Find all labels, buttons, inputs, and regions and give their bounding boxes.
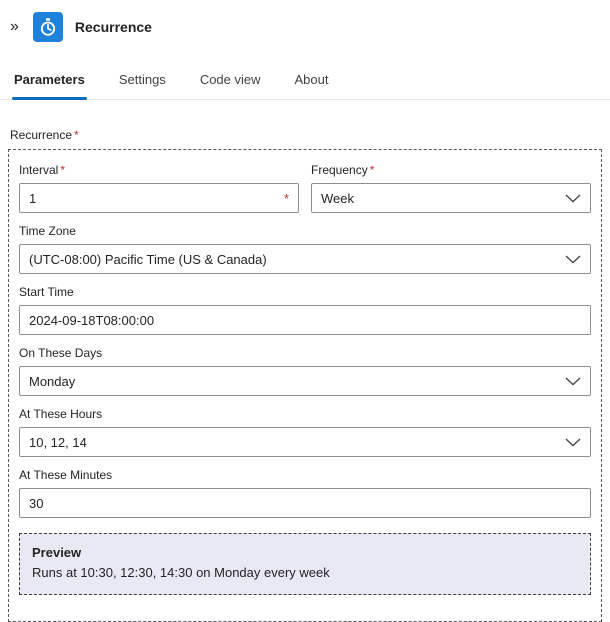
start-time-input[interactable]	[29, 312, 581, 328]
frequency-value: Week	[321, 190, 354, 206]
field-timezone: Time Zone (UTC-08:00) Pacific Time (US &…	[19, 224, 591, 274]
start-time-label: Start Time	[19, 285, 74, 299]
tab-settings[interactable]: Settings	[117, 66, 168, 99]
interval-input-wrapper: *	[19, 183, 299, 213]
chevron-down-icon	[565, 377, 581, 386]
timezone-value: (UTC-08:00) Pacific Time (US & Canada)	[29, 251, 267, 267]
field-on-these-days: On These Days Monday	[19, 346, 591, 396]
field-at-these-minutes: At These Minutes	[19, 468, 591, 518]
field-start-time: Start Time	[19, 285, 591, 335]
field-at-these-hours: At These Hours 10, 12, 14	[19, 407, 591, 457]
tab-about[interactable]: About	[293, 66, 331, 99]
at-these-minutes-label: At These Minutes	[19, 468, 113, 482]
required-marker: *	[60, 163, 66, 177]
required-marker: *	[369, 163, 375, 177]
frequency-label: Frequency *	[311, 163, 375, 177]
at-these-hours-label: At These Hours	[19, 407, 103, 421]
preview-box: Preview Runs at 10:30, 12:30, 14:30 on M…	[19, 533, 591, 596]
at-these-hours-dropdown[interactable]: 10, 12, 14	[19, 427, 591, 457]
page-title: Recurrence	[74, 19, 152, 35]
interval-label: Interval *	[19, 163, 66, 177]
tab-code-view[interactable]: Code view	[198, 66, 263, 99]
recurrence-timer-icon	[32, 12, 63, 42]
required-marker: *	[283, 190, 289, 206]
start-time-input-wrapper	[19, 305, 591, 335]
required-marker: *	[74, 128, 79, 142]
on-these-days-label: On These Days	[19, 346, 103, 360]
at-these-minutes-input-wrapper	[19, 488, 591, 518]
recurrence-parameters-card: Interval* * Frequency* Week Time Zone (U…	[8, 149, 602, 622]
frequency-dropdown[interactable]: Week	[311, 183, 591, 213]
chevron-down-icon	[565, 194, 581, 203]
interval-input[interactable]	[29, 190, 282, 206]
at-these-hours-value: 10, 12, 14	[29, 434, 87, 450]
field-frequency: Frequency * Week	[311, 163, 591, 213]
preview-text: Runs at 10:30, 12:30, 14:30 on Monday ev…	[32, 565, 330, 581]
timezone-dropdown[interactable]: (UTC-08:00) Pacific Time (US & Canada)	[19, 244, 591, 274]
preview-title: Preview	[32, 545, 82, 560]
on-these-days-dropdown[interactable]: Monday	[19, 366, 591, 396]
collapse-panel-icon[interactable]: »	[8, 17, 21, 37]
chevron-down-icon	[565, 438, 581, 447]
section-label: Recurrence *	[10, 128, 79, 142]
tab-parameters[interactable]: Parameters	[12, 66, 87, 100]
on-these-days-value: Monday	[29, 373, 76, 389]
chevron-down-icon	[565, 255, 581, 264]
action-header: » Recurrence	[0, 0, 610, 52]
tab-strip: Parameters Settings Code view About	[0, 52, 610, 100]
timezone-label: Time Zone	[19, 224, 76, 238]
field-interval: Interval* *	[19, 163, 299, 213]
at-these-minutes-input[interactable]	[29, 495, 581, 511]
